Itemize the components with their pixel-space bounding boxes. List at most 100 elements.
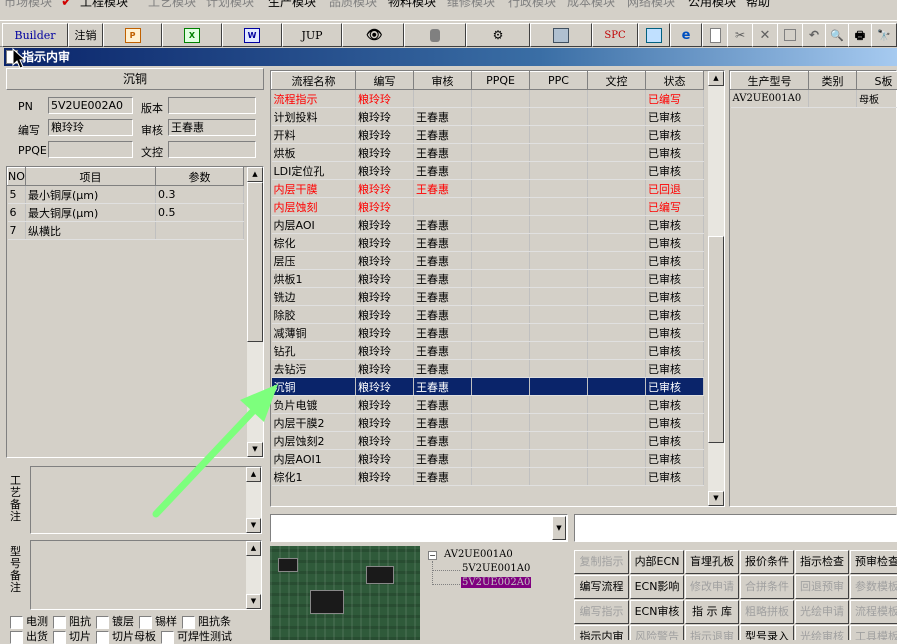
flow-cell-wenkong[interactable] [588,108,646,126]
params-col-value[interactable]: 参数 [156,168,244,186]
checkbox[interactable] [96,616,109,629]
author-field[interactable]: 粮玲玲 [48,119,133,136]
flow-cell-ppqe[interactable] [472,198,530,216]
params-row[interactable]: 7纵横比 [8,222,244,240]
flow-cell-author[interactable]: 粮玲玲 [356,414,414,432]
flow-cell-name[interactable]: 减薄铜 [272,324,356,342]
flow-cell-author[interactable]: 粮玲玲 [356,396,414,414]
checkbox-item[interactable]: 切片母板 [96,630,156,643]
flow-cell-author[interactable]: 粮玲玲 [356,342,414,360]
flow-col-author[interactable]: 编写 [356,72,414,90]
flow-cell-ppqe[interactable] [472,216,530,234]
flow-cell-author[interactable]: 粮玲玲 [356,144,414,162]
flow-cell-review[interactable]: 王春惠 [414,468,472,486]
flow-row[interactable]: 负片电镀粮玲玲王春惠已审核 [272,396,704,414]
flow-cell-review[interactable]: 王春惠 [414,414,472,432]
flow-cell-ppc[interactable] [530,378,588,396]
action-button-9[interactable]: 合拼条件 [740,575,794,599]
menu-item-1[interactable]: 工程模块 [80,0,128,10]
flow-cell-wenkong[interactable] [588,216,646,234]
flow-cell-status[interactable]: 已审核 [646,216,704,234]
save-button[interactable] [777,23,803,47]
action-button-18[interactable]: 指示内审 [574,625,629,640]
delete-button[interactable]: ✕ [752,23,778,47]
checkbox[interactable] [53,631,66,644]
flow-cell-status[interactable]: 已审核 [646,342,704,360]
flow-row[interactable]: 流程指示粮玲玲已编写 [272,90,704,108]
flow-col-review[interactable]: 审核 [414,72,472,90]
action-button-3[interactable]: 报价条件 [740,550,794,574]
menu-item-8[interactable]: 行政模块 [508,0,556,10]
flow-row[interactable]: LDI定位孔粮玲玲王春惠已审核 [272,162,704,180]
scroll-up-icon[interactable]: ▲ [247,167,263,182]
scroll-thumb[interactable] [247,182,263,342]
flow-cell-name[interactable]: 除胶 [272,306,356,324]
flow-row[interactable]: 去钻污粮玲玲王春惠已审核 [272,360,704,378]
menu-item-6[interactable]: 物料模块 [388,0,436,10]
flow-row[interactable]: 层压粮玲玲王春惠已审核 [272,252,704,270]
model-note-field[interactable]: ▲ ▼ [30,540,262,610]
flow-cell-review[interactable]: 王春惠 [414,324,472,342]
flow-cell-status[interactable]: 已审核 [646,324,704,342]
preview-button[interactable]: 🔍 [825,23,849,47]
action-button-8[interactable]: 修改申请 [685,575,739,599]
flow-cell-ppqe[interactable] [472,360,530,378]
flow-cell-review[interactable]: 王春惠 [414,252,472,270]
params-cell-item[interactable]: 纵横比 [26,222,156,240]
action-button-2[interactable]: 盲埋孔板 [685,550,739,574]
flow-cell-ppqe[interactable] [472,126,530,144]
flow-cell-wenkong[interactable] [588,468,646,486]
flow-cell-author[interactable]: 粮玲玲 [356,90,414,108]
flow-cell-ppc[interactable] [530,450,588,468]
flow-cell-author[interactable]: 粮玲玲 [356,180,414,198]
flow-row[interactable]: 内层蚀刻粮玲玲已编写 [272,198,704,216]
flow-cell-status[interactable]: 已审核 [646,270,704,288]
checkbox[interactable] [96,631,109,644]
model-cell-category[interactable] [809,90,857,108]
flow-cell-status[interactable]: 已审核 [646,306,704,324]
flow-cell-ppc[interactable] [530,252,588,270]
flow-cell-status[interactable]: 已审核 [646,252,704,270]
checkbox-item[interactable]: 锡样 [139,615,177,628]
flow-row[interactable]: 烘板1粮玲玲王春惠已审核 [272,270,704,288]
flow-row[interactable]: 计划投料粮玲玲王春惠已审核 [272,108,704,126]
search-field[interactable] [574,514,897,542]
flow-cell-ppc[interactable] [530,162,588,180]
flow-cell-wenkong[interactable] [588,378,646,396]
flow-cell-review[interactable]: 王春惠 [414,450,472,468]
scroll-up-icon[interactable]: ▲ [708,71,724,86]
find-button[interactable]: 🔭 [871,23,897,47]
action-button-20[interactable]: 指示退审 [685,625,739,640]
flow-cell-wenkong[interactable] [588,396,646,414]
params-cell-item[interactable]: 最小铜厚(μm) [26,186,156,204]
view-button[interactable]: 👁 [342,23,404,47]
flow-cell-author[interactable]: 粮玲玲 [356,306,414,324]
database-button[interactable] [404,23,466,47]
flow-cell-wenkong[interactable] [588,90,646,108]
flow-cell-ppc[interactable] [530,144,588,162]
action-button-16[interactable]: 光绘申请 [795,600,849,624]
pn-field[interactable]: 5V2UE002A0 [48,97,133,114]
action-button-23[interactable]: 工具模板 [850,625,897,640]
flow-cell-ppc[interactable] [530,198,588,216]
action-button-1[interactable]: 内部ECN [630,550,684,574]
flow-cell-wenkong[interactable] [588,342,646,360]
tree-collapse-icon[interactable]: − [428,551,437,560]
flow-cell-ppc[interactable] [530,216,588,234]
scroll-down-icon[interactable]: ▼ [246,518,261,533]
flow-cell-ppqe[interactable] [472,342,530,360]
flow-cell-wenkong[interactable] [588,270,646,288]
flow-cell-name[interactable]: 层压 [272,252,356,270]
params-col-item[interactable]: 项目 [26,168,156,186]
flow-cell-review[interactable]: 王春惠 [414,234,472,252]
flow-cell-author[interactable]: 粮玲玲 [356,162,414,180]
flow-cell-name[interactable]: 铣边 [272,288,356,306]
flow-row[interactable]: 除胶粮玲玲王春惠已审核 [272,306,704,324]
flow-cell-ppc[interactable] [530,414,588,432]
flow-cell-status[interactable]: 已审核 [646,468,704,486]
checkbox[interactable] [161,631,174,644]
flow-cell-author[interactable]: 粮玲玲 [356,270,414,288]
flow-cell-ppqe[interactable] [472,414,530,432]
excel-button[interactable]: X [162,23,222,47]
menu-item-11[interactable]: 公用模块 [688,0,736,10]
